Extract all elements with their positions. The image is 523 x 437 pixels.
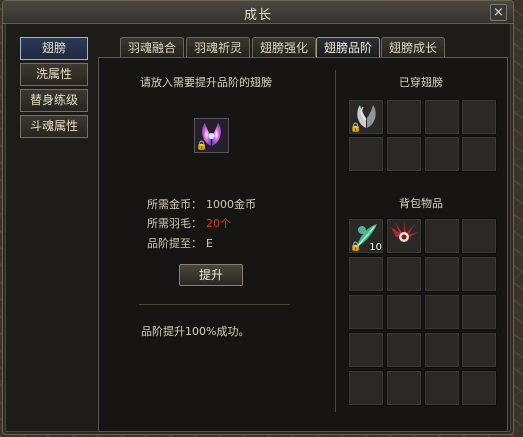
feather-required-label: 所需羽毛： (147, 217, 202, 230)
sidebar-item-wings[interactable]: 翅膀 (20, 37, 88, 60)
equipped-slot[interactable] (424, 99, 460, 135)
backpack-slot[interactable] (424, 370, 460, 406)
backpack-slot[interactable] (461, 256, 497, 292)
sidebar-item-soul-attributes[interactable]: 斗魂属性 (20, 115, 88, 138)
stack-count: 10 (369, 242, 382, 253)
tab-feather-soul-prayer[interactable]: 羽魂祈灵 (186, 37, 250, 58)
gold-required-label: 所需金币： (147, 198, 202, 211)
feather-required-value: 20个 (206, 217, 231, 230)
backpack-slot[interactable] (348, 332, 384, 368)
equipped-slot[interactable] (424, 136, 460, 172)
equipped-slot[interactable] (386, 99, 422, 135)
upgrade-prompt: 请放入需要提升品阶的翅膀 (140, 76, 272, 89)
backpack-slot[interactable] (424, 332, 460, 368)
backpack-slot[interactable]: 🔒 10 (348, 218, 384, 254)
sidebar-item-substitute-leveling[interactable]: 替身练级 (20, 89, 88, 112)
backpack-slot[interactable] (424, 218, 460, 254)
tab-feather-soul-fusion[interactable]: 羽魂融合 (120, 37, 184, 58)
equipped-slot[interactable] (386, 136, 422, 172)
tab-wing-grade[interactable]: 翅膀品阶 (316, 37, 380, 58)
backpack-slot[interactable] (348, 256, 384, 292)
backpack-slot[interactable] (386, 256, 422, 292)
close-icon[interactable]: × (490, 4, 507, 21)
equipped-slot[interactable]: 🔒 (348, 99, 384, 135)
panel-divider (335, 70, 336, 412)
backpack-slot[interactable] (386, 370, 422, 406)
grade-target-label: 品阶提至： (147, 237, 202, 250)
title-bar[interactable]: 成长 × (3, 1, 513, 24)
sidebar: 翅膀 洗属性 替身练级 斗魂属性 (20, 37, 88, 141)
sidebar-item-wash-attributes[interactable]: 洗属性 (20, 63, 88, 86)
backpack-slot[interactable] (424, 256, 460, 292)
tab-wing-enhance[interactable]: 翅膀强化 (252, 37, 316, 58)
red-wing-icon (391, 221, 418, 242)
grade-target-value: E (206, 237, 213, 250)
backpack-slot[interactable] (348, 370, 384, 406)
backpack-items-title: 背包物品 (399, 197, 443, 210)
backpack-slot[interactable] (386, 294, 422, 330)
wing-input-slot[interactable]: 🔒 (194, 118, 229, 153)
backpack-slot[interactable] (386, 332, 422, 368)
lock-icon: 🔒 (350, 123, 362, 133)
equipped-slot[interactable] (461, 136, 497, 172)
backpack-slot[interactable] (348, 294, 384, 330)
gold-required-value: 1000金币 (206, 198, 256, 211)
lock-icon: 🔒 (350, 242, 362, 252)
window-title: 成长 (243, 8, 272, 23)
equipped-wings-title: 已穿翅膀 (399, 76, 443, 89)
backpack-slot[interactable] (461, 332, 497, 368)
equipped-slot[interactable] (461, 99, 497, 135)
tab-wing-growth[interactable]: 翅膀成长 (381, 37, 445, 58)
divider-line (139, 304, 290, 305)
backpack-slot[interactable] (461, 370, 497, 406)
lock-icon: 🔒 (196, 141, 208, 151)
backpack-slot[interactable] (461, 294, 497, 330)
success-rate-text: 品阶提升100%成功。 (141, 325, 250, 338)
feather-required-row: 所需羽毛： 20个 (147, 215, 231, 231)
backpack-slot[interactable] (386, 218, 422, 254)
grade-target-row: 品阶提至： E (147, 235, 213, 251)
gold-required-row: 所需金币： 1000金币 (147, 196, 256, 212)
backpack-slot[interactable] (461, 218, 497, 254)
upgrade-button[interactable]: 提升 (179, 264, 243, 286)
backpack-slot[interactable] (424, 294, 460, 330)
equipped-slot[interactable] (348, 136, 384, 172)
